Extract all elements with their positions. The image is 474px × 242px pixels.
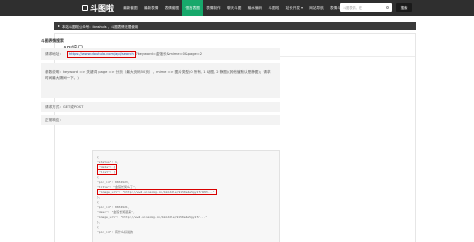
main-nav: 最新套图 最新表情 表情套图 恒言表图 表情制作 聊天斗图 输水偏码 斗图啦 站… bbox=[120, 0, 348, 16]
response-code-block: { "status": 1, "data": { "list": [ { "pi… bbox=[92, 150, 280, 242]
logo-mark-icon bbox=[82, 5, 88, 11]
params-row: 参数说明：keyword => 关键词 page => 分页（最大页码50页），… bbox=[41, 63, 280, 98]
highlighted-key-list: "list": [ bbox=[97, 169, 118, 175]
code-line: { bbox=[97, 155, 99, 159]
search-input[interactable]: 斗图表情，在 bbox=[340, 3, 392, 12]
code-line-list: "list": [ bbox=[97, 169, 118, 175]
nav-item-emoji-sets[interactable]: 表情套图 bbox=[162, 0, 183, 16]
highlighted-key-image-url: "image_url": "http://ww2.sinaimg.cn/bmid… bbox=[97, 189, 217, 195]
code-line: "pic_id": 有什么好说的 bbox=[97, 230, 134, 234]
code-line: { bbox=[97, 175, 99, 179]
nav-item-latest-emoji[interactable]: 最新表情 bbox=[141, 0, 162, 16]
code-line: }, bbox=[97, 220, 101, 224]
code-line: { bbox=[97, 225, 99, 229]
top-navigation-bar: 斗图啦 最新套图 最新表情 表情套图 恒言表图 表情制作 聊天斗图 输水偏码 斗… bbox=[0, 0, 474, 16]
nav-item-chat-battle[interactable]: 聊天斗图 bbox=[224, 0, 245, 16]
code-line: "image_url": "http://ww2.sinaimg.cn/bmid… bbox=[97, 215, 208, 219]
request-label: 请求地址： bbox=[45, 51, 63, 56]
breadcrumb-text: 本站斗图啦公众号：ibnshuls ，斗图表情无限使用 bbox=[62, 24, 139, 29]
search-button[interactable]: 搜索 bbox=[396, 3, 412, 12]
response-label: 正常响应： bbox=[45, 117, 63, 122]
site-logo[interactable]: 斗图啦 bbox=[82, 2, 114, 14]
nav-item-site-navigation[interactable]: 网站导航 bbox=[306, 0, 327, 16]
search-placeholder: 斗图表情，在 bbox=[343, 6, 363, 10]
logo-text: 斗图啦 bbox=[90, 3, 114, 13]
nav-item-latest-sets[interactable]: 最新套图 bbox=[120, 0, 141, 16]
request-url-query: ?keyword=金馆长&mime=0&page=2 bbox=[135, 51, 203, 56]
code-line: }, bbox=[97, 195, 101, 199]
params-description: 参数说明：keyword => 关键词 page => 分页（最大页码50页），… bbox=[45, 70, 271, 80]
code-line-image-url: "image_url": "http://ww2.sinaimg.cn/bmid… bbox=[97, 189, 217, 195]
method-text: 请求方式：GET或POST bbox=[45, 104, 84, 109]
response-row: 正常响应： bbox=[41, 115, 280, 125]
code-line: "desc": "金馆长笑起来", bbox=[97, 210, 135, 214]
nav-item-developer-dropdown[interactable]: 站长开发 ▾ bbox=[282, 0, 306, 16]
code-line: "pic_id": 8834921, bbox=[97, 205, 130, 209]
method-row: 请求方式：GET或POST bbox=[41, 102, 280, 112]
nav-item-emoji-maker[interactable]: 表情制作 bbox=[203, 0, 224, 16]
code-line: "pic_id": 8834923, bbox=[97, 180, 130, 184]
section-title: 斗图表情搜索 bbox=[41, 38, 64, 43]
nav-item-doutula[interactable]: 斗图啦 bbox=[265, 0, 282, 16]
search-icon bbox=[386, 5, 389, 9]
nav-item-active[interactable]: 恒言表图 bbox=[182, 0, 203, 16]
request-url-link[interactable]: https://www.doutula.com/api/search bbox=[66, 50, 136, 58]
nav-item-code[interactable]: 输水偏码 bbox=[245, 0, 266, 16]
arrow-right-icon bbox=[58, 25, 60, 27]
code-line: { bbox=[97, 200, 99, 204]
breadcrumb: 本站斗图啦公众号：ibnshuls ，斗图表情无限使用 bbox=[54, 22, 416, 30]
request-url-row: 请求地址： https://www.doutula.com/api/search… bbox=[41, 48, 280, 60]
